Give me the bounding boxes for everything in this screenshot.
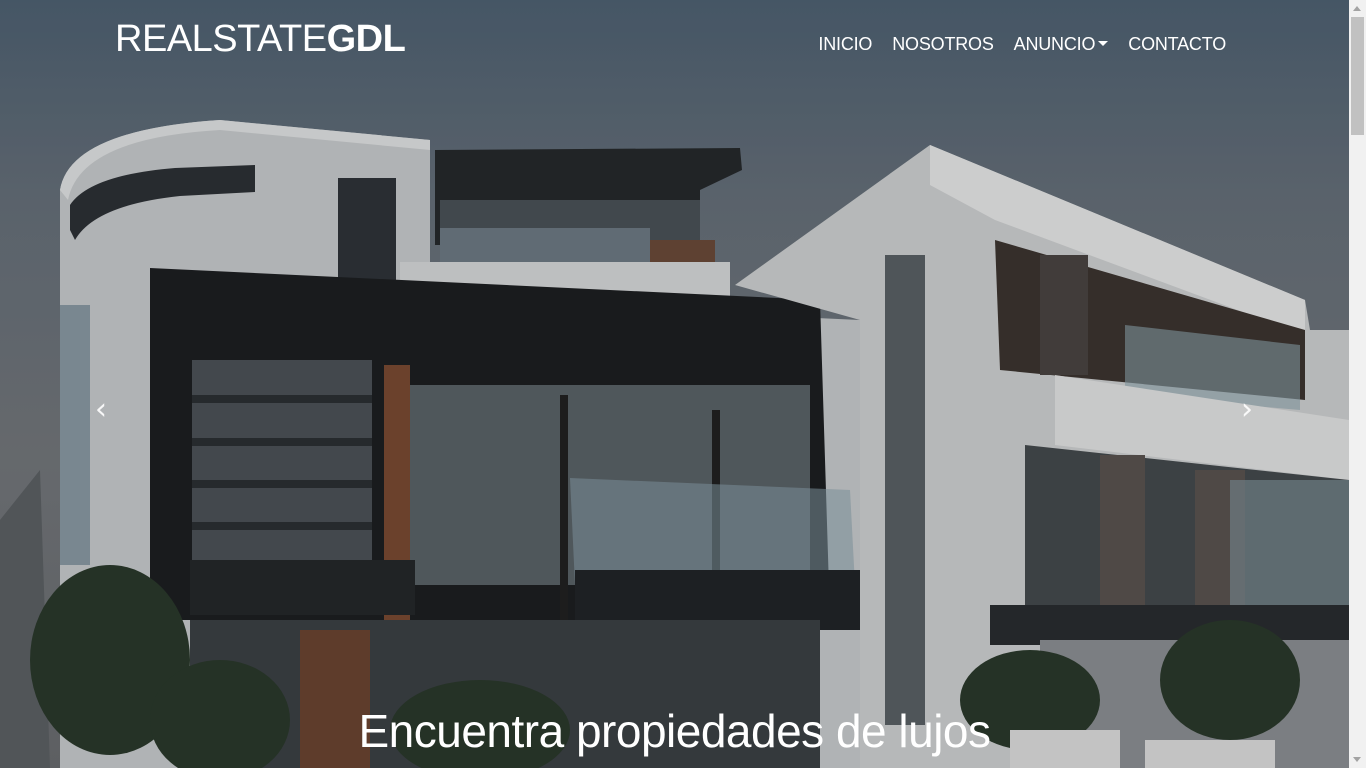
scroll-up-arrow-icon[interactable] [1349,0,1366,17]
caret-down-icon [1098,41,1109,47]
hero-carousel: REALSTATEGDL INICIO NOSOTROS ANUNCIO CON… [0,0,1349,768]
nav-item-anuncio-label: ANUNCIO [1013,34,1096,54]
brand-light: REALSTATE [115,18,327,60]
scrollbar-thumb[interactable] [1351,17,1364,135]
nav-item-contacto[interactable]: CONTACTO [1128,34,1226,55]
nav-item-anuncio[interactable]: ANUNCIO [1014,34,1109,55]
chevron-right-icon[interactable]: › [1232,395,1262,425]
dark-overlay [0,0,1349,768]
nav-menu: INICIO NOSOTROS ANUNCIO CONTACTO [818,34,1226,55]
brand-logo[interactable]: REALSTATEGDL [115,18,406,60]
carousel-caption: Encuentra propiedades de lujos [358,705,991,757]
navbar: REALSTATEGDL INICIO NOSOTROS ANUNCIO CON… [0,0,1349,90]
brand-bold: GDL [326,18,406,60]
scroll-down-arrow-icon[interactable] [1349,751,1366,768]
nav-item-nosotros[interactable]: NOSOTROS [892,34,994,55]
nav-item-inicio[interactable]: INICIO [818,34,872,55]
page-scrollbar[interactable] [1349,0,1366,768]
chevron-left-icon[interactable]: ‹ [86,395,116,425]
